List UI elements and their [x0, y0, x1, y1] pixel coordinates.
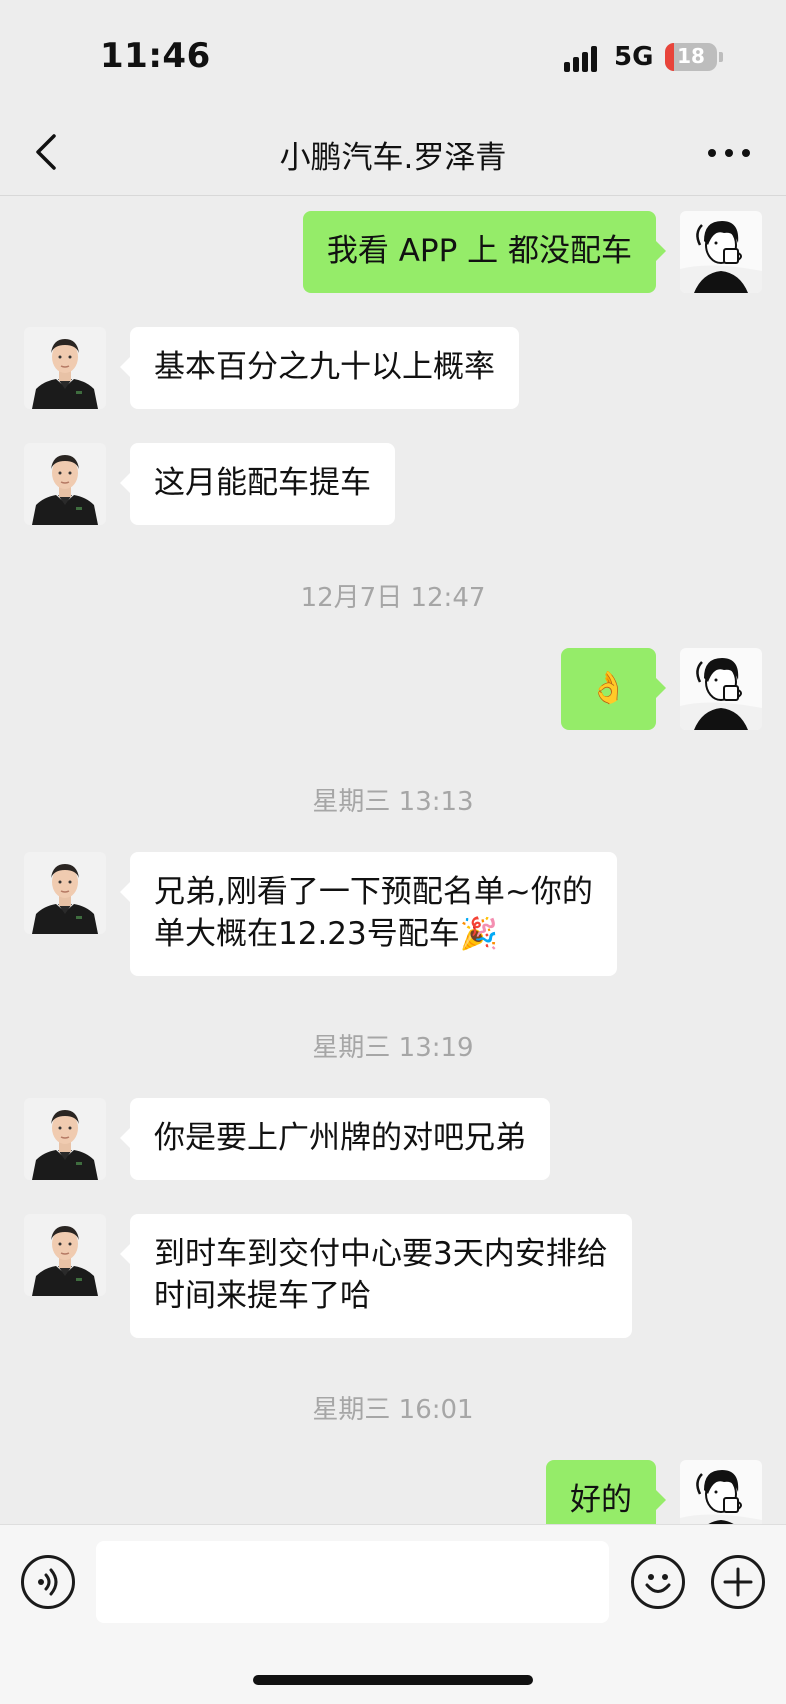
message-outgoing: 我看 APP 上 都没配车	[0, 211, 786, 293]
message-text: 这月能配车提车	[154, 465, 371, 501]
status-time: 11:46	[100, 36, 211, 76]
emoji-icon[interactable]	[631, 1555, 685, 1609]
signal-icon	[564, 46, 604, 72]
message-text-line: 单大概在12.23号配车🎉	[154, 916, 499, 952]
message-incoming: 这月能配车提车	[0, 443, 786, 525]
chat-title: 小鹏汽车.罗泽青	[279, 140, 507, 176]
message-bubble[interactable]: 兄弟,刚看了一下预配名单~你的 单大概在12.23号配车🎉	[120, 852, 617, 976]
message-bubble[interactable]: 好的	[546, 1460, 666, 1524]
message-list[interactable]: 我看 APP 上 都没配车 基本百分之九十以上概率 这月能配车提车 12月7日 …	[0, 197, 786, 1524]
timestamp: 12月7日 12:47	[300, 583, 486, 613]
contact-avatar[interactable]	[24, 443, 106, 525]
more-horizontal-icon[interactable]	[708, 146, 752, 160]
message-incoming: 你是要上广州牌的对吧兄弟	[0, 1098, 786, 1180]
message-text-line: 时间来提车了哈	[154, 1278, 371, 1314]
battery-percent: 18	[677, 44, 705, 68]
message-input[interactable]	[96, 1541, 609, 1623]
message-text: 我看 APP 上 都没配车	[326, 233, 632, 269]
timestamp: 星期三 16:01	[312, 1395, 474, 1425]
contact-avatar[interactable]	[24, 1214, 106, 1296]
message-bubble[interactable]: 我看 APP 上 都没配车	[302, 211, 667, 293]
timestamp: 星期三 13:19	[312, 1033, 474, 1063]
message-text: 👌	[589, 670, 628, 706]
message-text: 你是要上广州牌的对吧兄弟	[154, 1120, 526, 1156]
message-bubble[interactable]: 到时车到交付中心要3天内安排给 时间来提车了哈	[120, 1214, 632, 1338]
contact-avatar[interactable]	[24, 852, 106, 934]
voice-icon[interactable]	[21, 1555, 75, 1609]
message-text: 基本百分之九十以上概率	[154, 349, 495, 385]
message-outgoing: 好的	[0, 1460, 786, 1524]
battery-tip	[719, 52, 723, 62]
message-incoming: 基本百分之九十以上概率	[0, 327, 786, 409]
contact-avatar[interactable]	[24, 327, 106, 409]
timestamp: 星期三 13:13	[312, 787, 474, 817]
message-incoming: 兄弟,刚看了一下预配名单~你的 单大概在12.23号配车🎉	[0, 852, 786, 976]
message-incoming: 到时车到交付中心要3天内安排给 时间来提车了哈	[0, 1214, 786, 1338]
status-bar: 11:46 5G 18	[0, 0, 786, 112]
self-avatar[interactable]	[680, 211, 762, 293]
self-avatar[interactable]	[680, 1460, 762, 1524]
plus-icon[interactable]	[711, 1555, 765, 1609]
network-type: 5G	[614, 42, 654, 72]
contact-avatar[interactable]	[24, 1098, 106, 1180]
message-outgoing: 👌	[0, 648, 786, 730]
message-bubble[interactable]: 你是要上广州牌的对吧兄弟	[120, 1098, 550, 1180]
chat-header: 小鹏汽车.罗泽青	[0, 112, 786, 196]
battery-icon: 18	[665, 43, 717, 71]
input-bar	[0, 1524, 786, 1704]
message-text-line: 到时车到交付中心要3天内安排给	[154, 1236, 608, 1272]
message-bubble[interactable]: 这月能配车提车	[120, 443, 395, 525]
message-bubble[interactable]: 👌	[561, 648, 666, 730]
message-text-line: 兄弟,刚看了一下预配名单~你的	[154, 874, 593, 910]
self-avatar[interactable]	[680, 648, 762, 730]
home-indicator[interactable]	[253, 1675, 533, 1685]
message-bubble[interactable]: 基本百分之九十以上概率	[120, 327, 519, 409]
message-text: 好的	[570, 1482, 632, 1518]
